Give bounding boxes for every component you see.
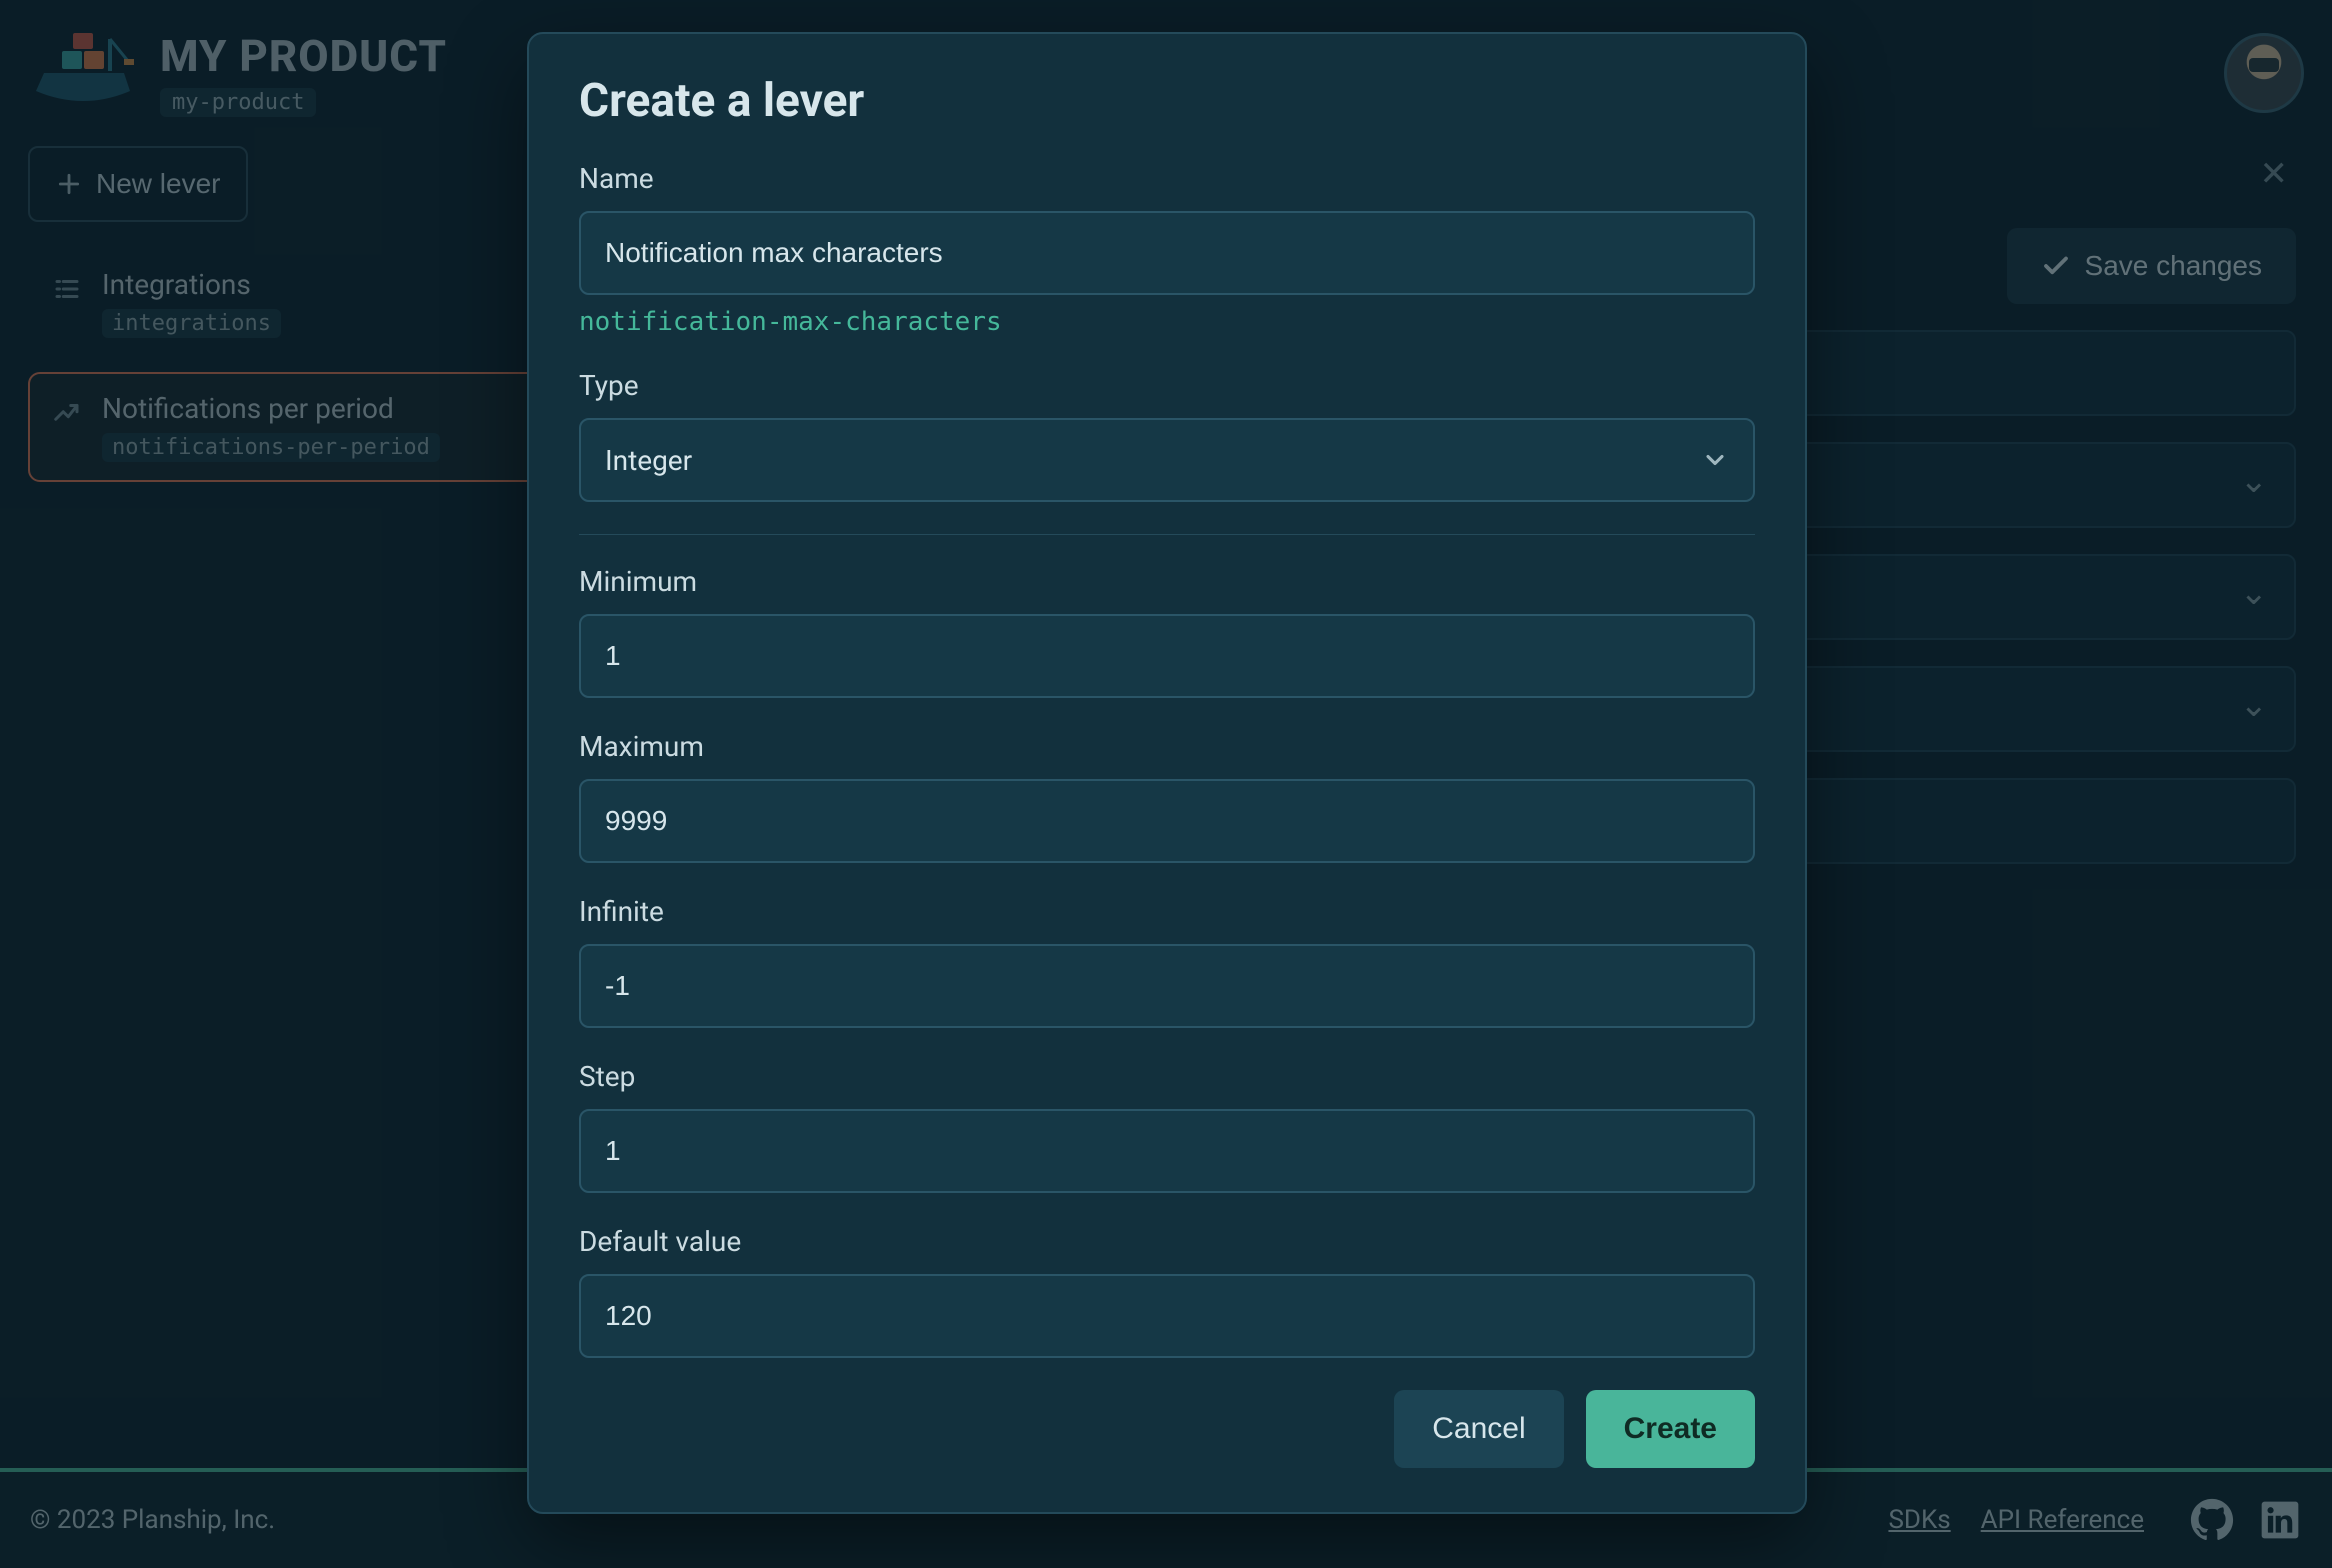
modal-title: Create a lever bbox=[579, 74, 1755, 128]
maximum-label: Maximum bbox=[579, 730, 1755, 763]
maximum-input[interactable] bbox=[579, 779, 1755, 863]
step-input[interactable] bbox=[579, 1109, 1755, 1193]
minimum-input[interactable] bbox=[579, 614, 1755, 698]
name-slug: notification-max-characters bbox=[579, 307, 1755, 337]
type-select[interactable]: Integer bbox=[579, 418, 1755, 502]
step-label: Step bbox=[579, 1060, 1755, 1093]
infinite-label: Infinite bbox=[579, 895, 1755, 928]
type-value: Integer bbox=[605, 444, 692, 477]
infinite-input[interactable] bbox=[579, 944, 1755, 1028]
default-value-input[interactable] bbox=[579, 1274, 1755, 1358]
chevron-down-icon bbox=[1701, 446, 1729, 474]
name-input[interactable] bbox=[579, 211, 1755, 295]
name-label: Name bbox=[579, 162, 1755, 195]
type-label: Type bbox=[579, 369, 1755, 402]
cancel-button[interactable]: Cancel bbox=[1394, 1390, 1563, 1468]
default-value-label: Default value bbox=[579, 1225, 1755, 1258]
create-lever-modal: Create a lever Name notification-max-cha… bbox=[527, 32, 1807, 1514]
create-button[interactable]: Create bbox=[1586, 1390, 1755, 1468]
minimum-label: Minimum bbox=[579, 565, 1755, 598]
